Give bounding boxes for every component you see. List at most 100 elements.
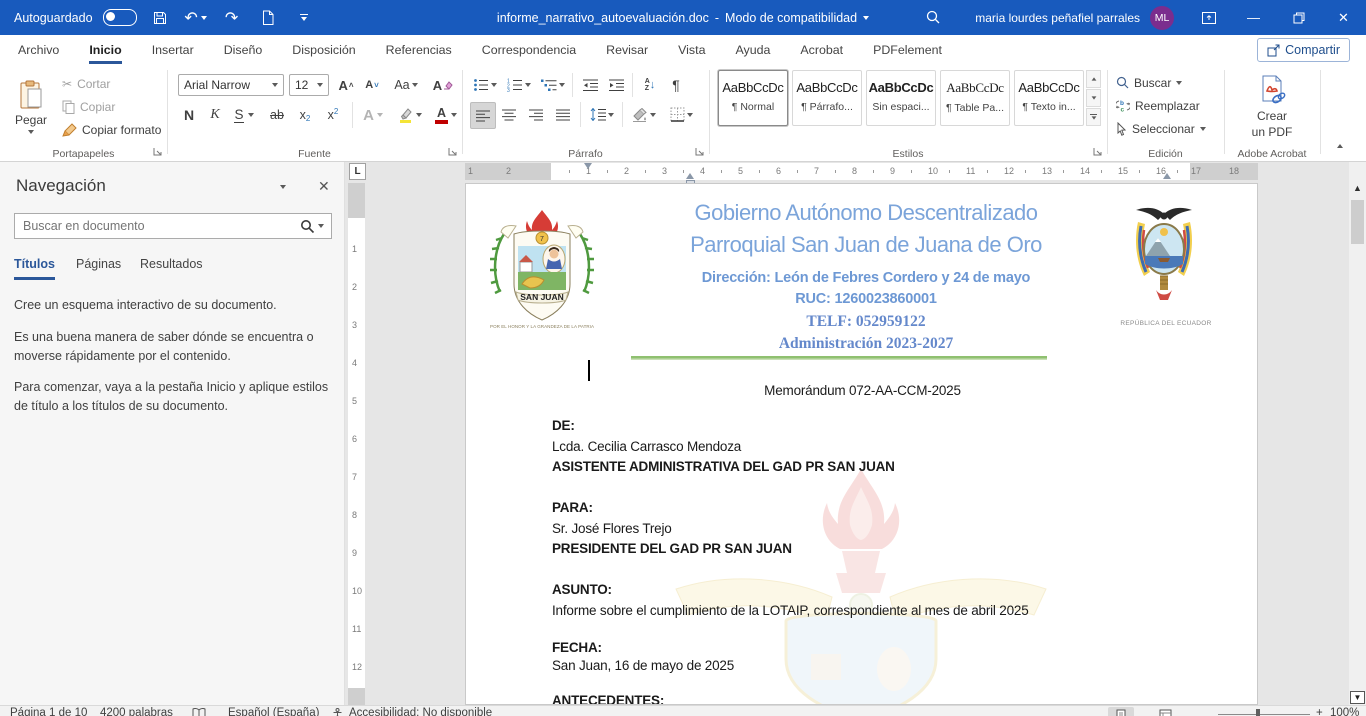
navigation-search-box[interactable]: [14, 213, 332, 239]
tab-disposicion[interactable]: Disposición: [290, 35, 357, 64]
copy-button[interactable]: Copiar: [62, 96, 162, 117]
tab-inicio[interactable]: Inicio: [87, 35, 123, 64]
document-page[interactable]: 7 SAN JUAN POR EL HONOR Y LA GRANDEZA DE…: [465, 183, 1258, 705]
avatar[interactable]: ML: [1150, 6, 1174, 30]
ribbon-display-options-button[interactable]: [1186, 0, 1231, 35]
shrink-font-button[interactable]: A˅: [360, 73, 384, 97]
compatibility-mode-label[interactable]: Modo de compatibilidad: [725, 11, 857, 25]
bold-button[interactable]: N: [178, 102, 200, 128]
styles-dialog-launcher[interactable]: [1092, 146, 1103, 157]
style-parrafo[interactable]: AaBbCcDc¶ Párrafo...: [792, 70, 862, 126]
navigation-close-button[interactable]: ✕: [318, 178, 330, 195]
show-marks-button[interactable]: ¶: [665, 73, 687, 97]
paste-button[interactable]: Pegar: [8, 70, 54, 144]
autosave-toggle[interactable]: [103, 9, 137, 26]
style-sin-espaciado[interactable]: AaBbCcDcSin espaci...: [866, 70, 936, 126]
strikethrough-button[interactable]: ab: [264, 102, 290, 128]
search-dropdown-icon[interactable]: [318, 224, 324, 228]
restore-button[interactable]: [1276, 0, 1321, 35]
decrease-indent-button[interactable]: [578, 73, 602, 97]
print-layout-view-button[interactable]: [1108, 707, 1134, 716]
grow-font-button[interactable]: A˄: [334, 73, 358, 97]
style-table-paragraph[interactable]: AaBbCcDc¶ Table Pa...: [940, 70, 1010, 126]
page-count[interactable]: Página 1 de 10: [10, 707, 87, 716]
proofing-icon[interactable]: [192, 708, 206, 716]
share-button[interactable]: Compartir: [1257, 38, 1350, 62]
vertical-scrollbar[interactable]: ▲ ▼: [1349, 162, 1366, 705]
borders-button[interactable]: [664, 102, 698, 127]
tab-selector[interactable]: L: [349, 163, 366, 180]
select-button[interactable]: Seleccionar: [1116, 118, 1224, 139]
tab-ayuda[interactable]: Ayuda: [733, 35, 772, 64]
line-spacing-button[interactable]: [586, 102, 618, 127]
scroll-down-button[interactable]: ▼: [1350, 691, 1365, 704]
bullets-button[interactable]: [470, 73, 500, 97]
nav-tab-titulos[interactable]: Títulos: [14, 257, 55, 280]
scrollbar-thumb[interactable]: [1351, 200, 1364, 244]
align-left-button[interactable]: [470, 102, 496, 129]
find-button[interactable]: Buscar: [1116, 72, 1220, 93]
nav-tab-resultados[interactable]: Resultados: [140, 257, 203, 277]
styles-gallery-expand-button[interactable]: [1086, 108, 1101, 126]
tab-insertar[interactable]: Insertar: [150, 35, 196, 64]
shading-button[interactable]: [628, 102, 660, 127]
align-center-button[interactable]: [497, 102, 521, 127]
undo-button[interactable]: ↶: [183, 5, 209, 31]
subscript-button[interactable]: x2: [292, 102, 318, 128]
zoom-slider[interactable]: [1218, 714, 1310, 715]
sort-button[interactable]: AZ ↓: [637, 73, 663, 97]
cut-button[interactable]: ✂Cortar: [62, 73, 162, 94]
replace-button[interactable]: bc Reemplazar: [1116, 95, 1220, 116]
styles-scroll-down-button[interactable]: [1086, 89, 1101, 107]
tab-acrobat[interactable]: Acrobat: [798, 35, 845, 64]
clear-formatting-button[interactable]: A: [430, 73, 456, 97]
tab-vista[interactable]: Vista: [676, 35, 707, 64]
customize-quick-access-button[interactable]: [291, 5, 317, 31]
collapse-ribbon-button[interactable]: [1337, 144, 1343, 148]
superscript-button[interactable]: x2: [320, 102, 346, 128]
user-name[interactable]: maria lourdes peñafiel parrales: [975, 11, 1140, 25]
redo-button[interactable]: ↷: [219, 5, 245, 31]
font-dialog-launcher[interactable]: [447, 146, 458, 157]
language-indicator[interactable]: Español (España): [228, 707, 319, 716]
style-normal[interactable]: AaBbCcDc¶ Normal: [718, 70, 788, 126]
increase-indent-button[interactable]: [604, 73, 628, 97]
zoom-slider-thumb[interactable]: [1256, 709, 1260, 716]
horizontal-ruler[interactable]: 21123456789101112131415161718: [465, 163, 1258, 180]
create-pdf-button[interactable]: Crear un PDF: [1232, 70, 1312, 144]
accessibility-icon[interactable]: [332, 708, 343, 716]
zoom-in-button[interactable]: +: [1316, 707, 1323, 716]
paragraph-dialog-launcher[interactable]: [694, 146, 705, 157]
italic-button[interactable]: K: [204, 102, 226, 128]
hanging-indent-marker[interactable]: [686, 173, 694, 179]
multilevel-list-button[interactable]: [538, 73, 568, 97]
web-layout-view-button[interactable]: [1152, 707, 1178, 716]
zoom-level[interactable]: 100%: [1330, 707, 1359, 716]
highlight-button[interactable]: [394, 102, 426, 128]
clipboard-dialog-launcher[interactable]: [152, 146, 163, 157]
accessibility-status[interactable]: Accesibilidad: No disponible: [349, 707, 492, 716]
tab-diseno[interactable]: Diseño: [222, 35, 265, 64]
numbering-button[interactable]: 123: [504, 73, 534, 97]
font-size-select[interactable]: 12: [289, 74, 329, 96]
navigation-options-button[interactable]: [280, 178, 286, 193]
vertical-ruler[interactable]: 123456789101112: [348, 183, 365, 705]
font-family-select[interactable]: Arial Narrow: [178, 74, 284, 96]
styles-scroll-up-button[interactable]: [1086, 70, 1101, 88]
style-texto-independiente[interactable]: AaBbCcDc¶ Texto in...: [1014, 70, 1084, 126]
font-color-button[interactable]: A: [430, 102, 462, 128]
tab-pdfelement[interactable]: PDFelement: [871, 35, 944, 64]
save-button[interactable]: [147, 5, 173, 31]
search-input[interactable]: [15, 219, 300, 233]
format-painter-button[interactable]: Copiar formato: [62, 119, 172, 140]
change-case-button[interactable]: Aa: [390, 73, 422, 97]
text-effects-button[interactable]: A: [358, 102, 388, 128]
word-count[interactable]: 4200 palabras: [100, 707, 173, 716]
align-right-button[interactable]: [524, 102, 548, 127]
tab-archivo[interactable]: Archivo: [16, 35, 61, 64]
first-line-indent-marker[interactable]: [584, 163, 592, 169]
right-indent-marker[interactable]: [1163, 173, 1171, 179]
scroll-up-button[interactable]: ▲: [1349, 180, 1366, 196]
tab-revisar[interactable]: Revisar: [604, 35, 650, 64]
tab-referencias[interactable]: Referencias: [384, 35, 454, 64]
